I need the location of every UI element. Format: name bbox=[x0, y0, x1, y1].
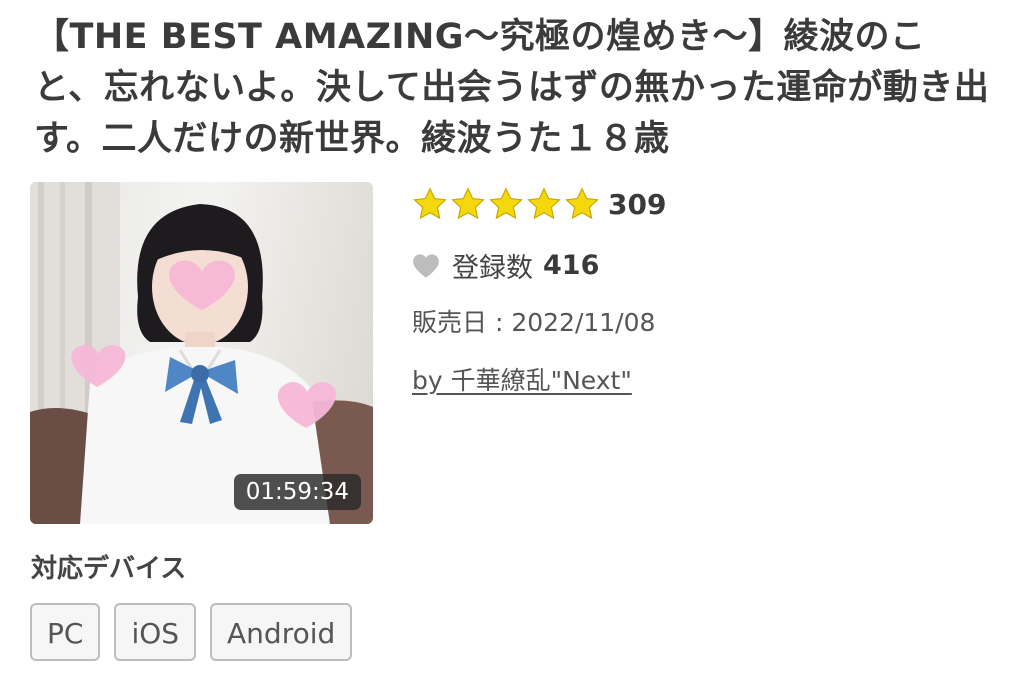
device-badge-pc: PC bbox=[30, 603, 101, 661]
star-icon bbox=[489, 187, 523, 220]
product-thumbnail[interactable]: 01:59:34 bbox=[30, 182, 373, 524]
favorites-row[interactable]: 登録数 416 bbox=[412, 246, 666, 285]
favorites-count: 416 bbox=[543, 250, 600, 281]
video-duration: 01:59:34 bbox=[233, 474, 361, 510]
release-date: 販売日 : 2022/11/08 bbox=[412, 308, 656, 337]
rating-count: 309 bbox=[608, 187, 667, 221]
seller-link[interactable]: by 千華繚乱"Next" bbox=[412, 361, 666, 397]
star-icon bbox=[451, 187, 485, 220]
heart-icon[interactable] bbox=[412, 253, 440, 279]
product-title: 【THE BEST AMAZING〜究極の煌めき〜】綾波のこと、忘れないよ。決し… bbox=[34, 17, 990, 159]
star-icon bbox=[527, 187, 561, 220]
supported-devices-label: 対応デバイス bbox=[31, 554, 187, 584]
star-icon bbox=[565, 187, 599, 220]
product-info: 309 登録数 416 販売日 : 2022/11/08 by 千華繚乱"Nex… bbox=[412, 184, 666, 397]
device-badge-android: Android bbox=[210, 603, 353, 661]
device-list: PC iOS Android bbox=[30, 603, 366, 661]
thumbnail-image bbox=[30, 182, 373, 524]
star-icon bbox=[413, 187, 447, 220]
device-badge-ios: iOS bbox=[114, 603, 197, 661]
favorites-label: 登録数 bbox=[452, 253, 533, 284]
rating-row[interactable]: 309 bbox=[412, 184, 666, 224]
